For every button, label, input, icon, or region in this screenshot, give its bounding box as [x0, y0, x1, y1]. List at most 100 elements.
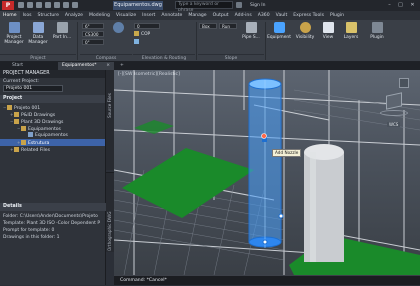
- grip-handle: [262, 239, 268, 245]
- tree-item[interactable]: − Plant 3D Drawings: [0, 118, 105, 125]
- ribbon-tab-visualize[interactable]: Visualize: [113, 11, 139, 20]
- minimize-button[interactable]: –: [385, 1, 394, 9]
- part-insert-icon: [56, 22, 68, 33]
- visibility-label: Visibility: [295, 35, 315, 40]
- print-icon[interactable]: [54, 2, 60, 8]
- ribbon-tab-a360[interactable]: A360: [255, 11, 273, 20]
- model-viewport[interactable]: [-][SW Isometric][Realistic] Add Nozzle …: [114, 70, 420, 275]
- maximize-button[interactable]: □: [396, 1, 405, 9]
- project-manager-button[interactable]: Project Manager: [3, 22, 25, 52]
- tree-item[interactable]: + Estrutura: [0, 139, 105, 146]
- compass-icon: [112, 22, 124, 33]
- new-tab-button[interactable]: +: [116, 62, 128, 70]
- save-as-icon[interactable]: [45, 2, 51, 8]
- close-button[interactable]: ✕: [408, 1, 417, 9]
- folder-icon: [21, 140, 26, 145]
- pipe-support-icon: [245, 22, 257, 33]
- spec-select[interactable]: CS300: [82, 31, 104, 37]
- project-manager-header: PROJECT MANAGER: [0, 70, 105, 78]
- tree-item[interactable]: Equipamentos: [0, 132, 105, 139]
- ribbon-tab-plugin[interactable]: Plugin: [327, 11, 347, 20]
- orthographic-dwg-tab[interactable]: Orthographic DWG: [106, 172, 114, 252]
- project-manager-palette: PROJECT MANAGER Current Project: Projeto…: [0, 70, 106, 285]
- cop-icon: [134, 31, 139, 36]
- compass-panel-label: Compass: [80, 54, 132, 61]
- equipment-button[interactable]: Equipment: [266, 22, 292, 52]
- tree-item[interactable]: − Projeto 001: [0, 104, 105, 111]
- elevation-field[interactable]: 0: [134, 23, 160, 29]
- view-button[interactable]: View: [319, 22, 337, 52]
- run-button[interactable]: Run: [219, 23, 237, 29]
- compass-button[interactable]: [106, 22, 130, 52]
- ribbon-tab-express-tools[interactable]: Express Tools: [290, 11, 327, 20]
- viewcube-compass-ring[interactable]: [380, 110, 408, 116]
- search-input[interactable]: Type a keyword or phrase: [175, 1, 233, 13]
- open-file-icon[interactable]: [27, 2, 33, 8]
- ribbon-tab-output[interactable]: Output: [210, 11, 232, 20]
- current-project-select[interactable]: Projeto 001: [3, 85, 63, 92]
- plugin-label: Plugin: [370, 35, 384, 40]
- selected-vessel: [248, 78, 284, 248]
- save-icon[interactable]: [36, 2, 42, 8]
- ribbon-tab-annotate[interactable]: Annotate: [158, 11, 185, 20]
- pipe-size-select[interactable]: 6": [82, 23, 104, 29]
- sign-in-link[interactable]: Sign In: [250, 1, 265, 10]
- search-icon[interactable]: [236, 2, 242, 8]
- ribbon-tab-add-ins[interactable]: Add-ins: [232, 11, 255, 20]
- details-line: Drawings in this folder: 1: [3, 235, 60, 240]
- folder-icon: [21, 126, 26, 131]
- viewport-controls-label[interactable]: [-][SW Isometric][Realistic]: [118, 72, 180, 77]
- data-manager-icon: [32, 22, 44, 33]
- tree-item[interactable]: − Equipamentos: [0, 125, 105, 132]
- routing-options-button[interactable]: [134, 39, 164, 45]
- navigation-bar-icon[interactable]: [399, 78, 409, 88]
- tree-item[interactable]: + P&ID Drawings: [0, 111, 105, 118]
- ribbon-divider: [196, 22, 197, 60]
- layers-icon: [345, 22, 357, 33]
- ribbon-tab-manage[interactable]: Manage: [185, 11, 209, 20]
- current-project-label: Current Project:: [3, 79, 39, 84]
- project-section-header: Project: [0, 95, 105, 103]
- offset-field[interactable]: 0": [82, 39, 104, 45]
- tree-item-label: Equipamentos: [35, 133, 68, 138]
- source-files-tab[interactable]: Source Files: [106, 70, 114, 170]
- visibility-button[interactable]: Visibility: [293, 22, 317, 52]
- view-icon: [322, 22, 334, 33]
- title-bar: P Equipamentos.dwg Type a keyword or phr…: [0, 0, 420, 13]
- floor-plate-left: [122, 148, 254, 218]
- ribbon-tab-analyze[interactable]: Analyze: [62, 11, 86, 20]
- folder-icon: [14, 147, 19, 152]
- source-files-label: Source Files: [107, 93, 112, 118]
- command-line[interactable]: Command: *Cancel*: [114, 275, 420, 285]
- ribbon-tab-modeling[interactable]: Modeling: [86, 11, 113, 20]
- cop-button[interactable]: COP: [134, 31, 164, 37]
- part-insert-button[interactable]: Part In...: [51, 22, 73, 52]
- redo-icon[interactable]: [72, 2, 78, 8]
- wcs-menu[interactable]: WCS: [387, 122, 401, 127]
- model-scene: [114, 70, 420, 275]
- routing-icon: [134, 39, 139, 44]
- layers-label: Layers: [343, 35, 359, 40]
- undo-icon[interactable]: [63, 2, 69, 8]
- ribbon-tab-home[interactable]: Home: [0, 11, 20, 20]
- box-button[interactable]: Box: [199, 23, 217, 29]
- pipe-supports-button[interactable]: Pipe S...: [240, 22, 262, 52]
- file-tab-equipamentos[interactable]: Equipamentos* ×: [58, 62, 114, 70]
- view-label: View: [322, 35, 334, 40]
- ribbon-tab-bar: Home Isos Structure Analyze Modeling Visualiz…: [0, 11, 420, 20]
- equipment-icon: [273, 22, 285, 33]
- tree-item[interactable]: + Related Files: [0, 146, 105, 153]
- application-menu-button[interactable]: P: [2, 1, 14, 10]
- plugin-button[interactable]: Plugin: [366, 22, 388, 52]
- ribbon-tab-vault[interactable]: Vault: [273, 11, 291, 20]
- layers-button[interactable]: Layers: [341, 22, 361, 52]
- ribbon-tab-structure[interactable]: Structure: [35, 11, 62, 20]
- ribbon-tab-insert[interactable]: Insert: [139, 11, 158, 20]
- data-manager-button[interactable]: Data Manager: [27, 22, 49, 52]
- close-tab-icon[interactable]: ×: [106, 62, 110, 70]
- file-tab-start[interactable]: Start: [8, 62, 27, 70]
- nozzle-marker: [261, 133, 267, 139]
- file-tab-label: Equipamentos*: [62, 63, 97, 68]
- ribbon-tab-isos[interactable]: Isos: [20, 11, 35, 20]
- new-file-icon[interactable]: [18, 2, 24, 8]
